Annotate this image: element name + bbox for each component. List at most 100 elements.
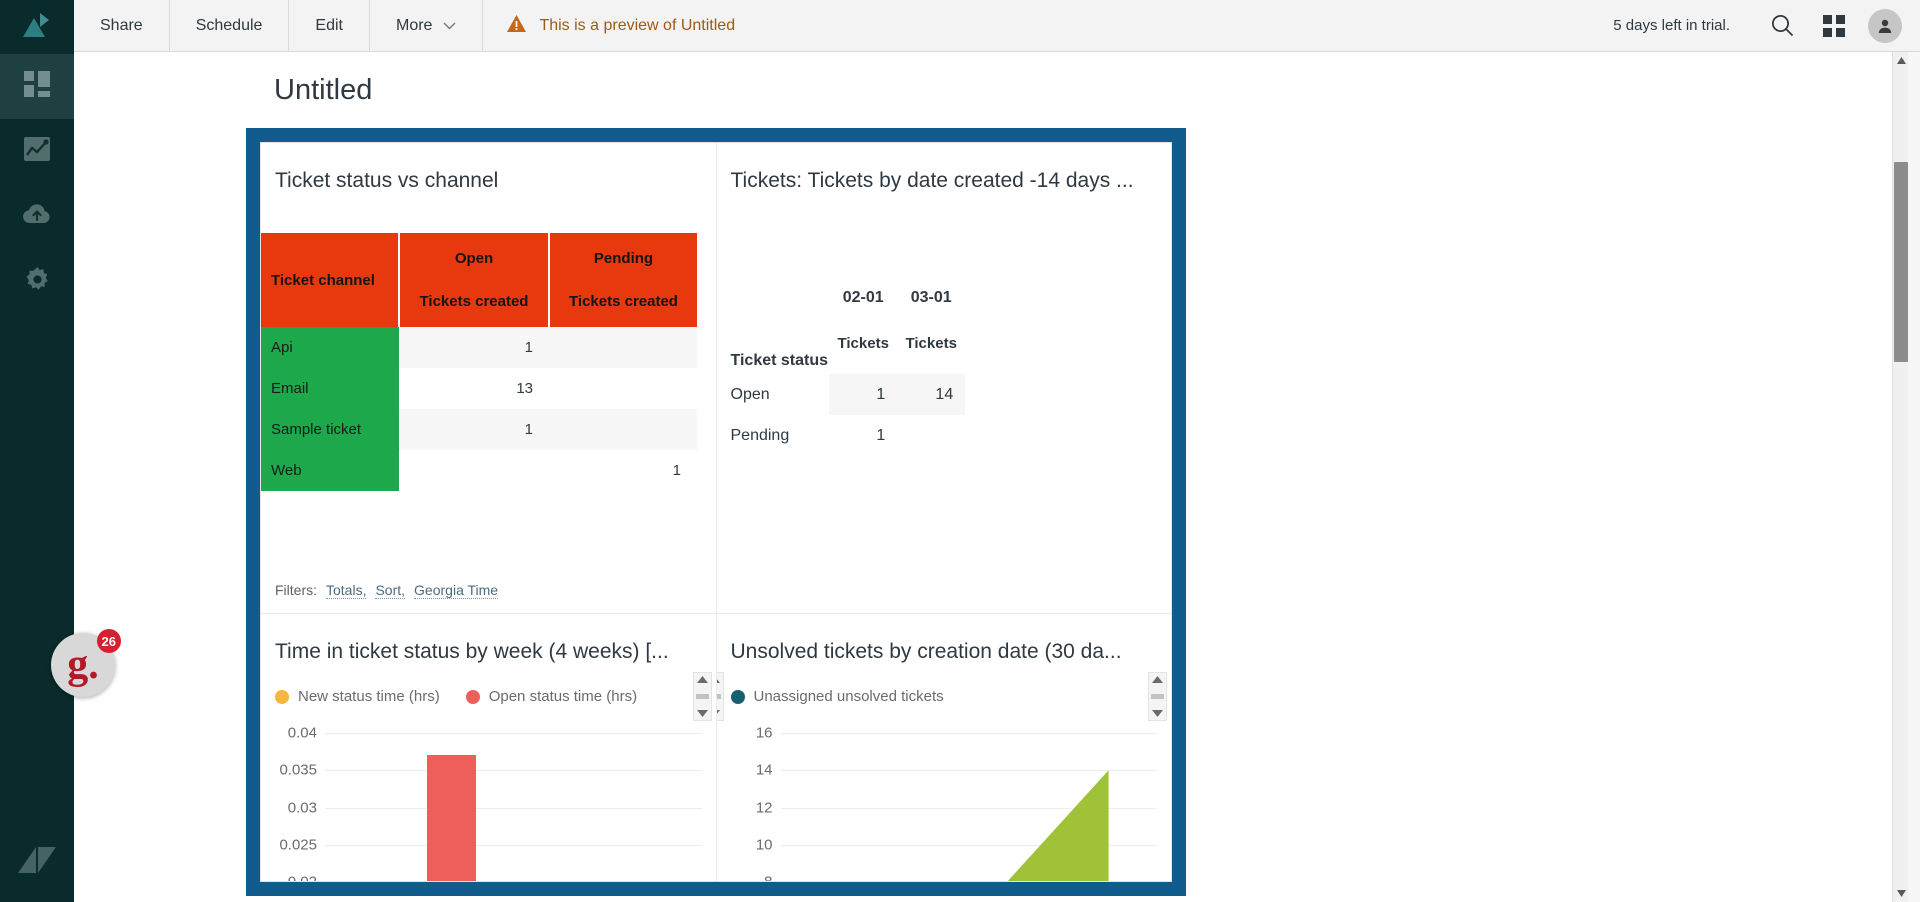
cell-open: 1 [399,327,549,368]
filter-timezone[interactable]: Georgia Time [414,582,499,599]
crosstab-table: Ticket channel Open Tickets created Pend… [261,233,697,491]
scroll-up-arrow-icon[interactable] [1893,52,1909,69]
chart-legend: New status time (hrs) Open status time (… [275,688,716,705]
help-widget-button[interactable]: g. 26 [51,629,121,697]
dashboard-row-top: Ticket status vs channel Ticket channel … [261,143,1171,613]
y-tick-label: 10 [755,836,773,854]
chart-legend: Unassigned unsolved tickets [730,688,1172,705]
cell-open: 13 [516,380,533,397]
table-row[interactable]: Api 1 [261,327,697,368]
y-axis: 0.04 0.035 0.03 0.025 0.02 [261,704,325,881]
y-tick-label: 0.02 [288,874,317,881]
widget-ticket-status-vs-channel[interactable]: Ticket status vs channel Ticket channel … [261,143,716,613]
pivot-head: Ticket status 02-01 03-01 Tickets Ticket… [731,289,966,374]
page-title: Untitled [274,74,373,106]
trial-status: 5 days left in trial. [1613,0,1756,51]
gridline [325,807,702,809]
widget-title: Unsolved tickets by creation date (30 da… [730,640,1122,663]
search-icon[interactable] [1756,0,1808,51]
area-chart: 16 14 12 10 8 [717,704,1172,882]
cloud-upload-icon [23,203,51,230]
widget-unsolved-tickets[interactable]: Unsolved tickets by creation date (30 da… [715,613,1172,882]
cell-pending [549,327,697,368]
legend-swatch-icon [730,689,745,704]
schedule-button[interactable]: Schedule [170,0,290,51]
table-row[interactable]: Web 1 [261,450,697,491]
filter-sort[interactable]: Sort, [375,582,406,599]
y-tick-label: 0.03 [287,799,317,816]
scroll-thumb[interactable] [716,694,721,699]
preview-notice-text: This is a preview of Untitled [539,16,736,34]
explore-play-logo-icon[interactable] [0,0,74,54]
sidebar-item-dashboards[interactable] [0,54,74,119]
top-toolbar: Share Schedule Edit More This is a previ… [74,0,1920,52]
widget-filters: Filters: Totals, Sort, Georgia Time [275,582,499,599]
user-avatar-icon[interactable] [1868,8,1902,43]
gridline [325,770,702,772]
crosstab-header-open-group: Open [454,250,494,267]
page-scrollbar-thumb[interactable] [1894,162,1908,362]
app-root: Untitled Share Schedule Edit More This i… [0,0,1920,902]
trial-status-text: 5 days left in trial. [1613,17,1730,34]
table-row[interactable]: Open 1 14 [731,374,966,415]
crosstab-header-channel: Ticket channel [261,233,400,327]
bar-open-status-time[interactable] [426,754,476,881]
area-series-unassigned-unsolved[interactable] [781,704,1158,882]
legend-item-unassigned-unsolved[interactable]: Unassigned unsolved tickets [730,688,944,705]
edit-button[interactable]: Edit [289,0,370,51]
scroll-thumb[interactable] [695,694,709,699]
pivot-metric-1: Tickets [837,335,889,352]
widget-time-in-ticket-status[interactable]: Time in ticket status by week (4 weeks) … [261,613,716,881]
crosstab-header-row: Ticket channel Open Tickets created Pend… [261,233,697,327]
cell-status: Open [730,385,770,403]
edit-button-label: Edit [315,16,343,34]
filter-totals[interactable]: Totals, [326,582,367,599]
legend-label: Unassigned unsolved tickets [753,688,944,705]
y-tick-label: 16 [755,724,773,742]
widget-title: Tickets: Tickets by date created -14 day… [730,169,1134,192]
cell-value-2: 14 [897,374,966,415]
pivot-metric-2: Tickets [905,335,957,352]
table-row[interactable]: Email 13 [261,368,697,409]
pivot-body: Open 1 14 Pending 1 [731,374,966,456]
legend-swatch-icon [465,689,480,704]
share-button[interactable]: Share [74,0,170,51]
sidebar-item-datasets[interactable] [0,184,74,249]
scroll-thumb[interactable] [1151,694,1164,699]
pivot-row-header: Ticket status [730,352,829,369]
y-tick-label: 0.025 [279,836,317,854]
table-row[interactable]: Sample ticket 1 [261,409,697,450]
scroll-down-arrow-icon[interactable] [1893,885,1909,902]
widget-title: Ticket status vs channel [275,169,499,192]
cell-channel: Email [261,368,399,409]
crosstab-header-open: Open Tickets created [399,233,550,327]
crosstab-head: Ticket channel Open Tickets created Pend… [261,233,697,327]
sidebar-item-admin[interactable] [0,249,74,314]
legend-item-open-status[interactable]: Open status time (hrs) [465,688,638,705]
y-axis: 16 14 12 10 8 [717,704,781,881]
table-row[interactable]: Pending 1 [731,415,966,456]
more-button-label: More [396,16,433,34]
dashboard-grid-icon [24,71,50,102]
widget-tickets-by-date-created[interactable]: Tickets: Tickets by date created -14 day… [715,143,1171,613]
grid-apps-icon[interactable] [1808,0,1860,51]
y-tick-label: 12 [755,799,773,816]
legend-swatch-icon [275,689,289,704]
sidebar-item-reports[interactable] [0,119,74,184]
chevron-down-icon [443,22,456,30]
cell-value-2 [897,415,965,456]
page-scrollbar[interactable] [1892,52,1908,902]
zendesk-logo-icon [0,830,74,890]
y-tick-label: 0.035 [279,761,317,779]
legend-label: Open status time (hrs) [488,688,638,705]
pivot-date-1: 02-01 [842,289,884,306]
legend-item-new-status[interactable]: New status time (hrs) [275,688,440,705]
more-button[interactable]: More [370,0,484,51]
scroll-up-arrow-icon [1152,676,1163,683]
y-tick-label: 8 [764,874,772,881]
help-widget-glyph: g. [67,642,99,688]
filters-label: Filters: [275,582,317,598]
y-tick-label: 0.04 [287,724,317,742]
schedule-button-label: Schedule [195,16,263,34]
cell-pending: 1 [672,462,681,479]
